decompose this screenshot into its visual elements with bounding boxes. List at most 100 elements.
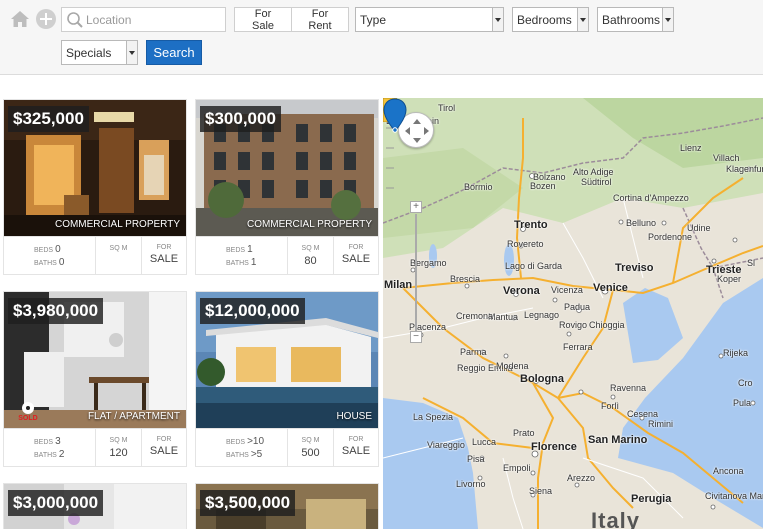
beds-label: BEDS bbox=[226, 247, 246, 254]
listing-price: $12,000,000 bbox=[200, 298, 305, 324]
for-rent-button[interactable]: For Rent bbox=[291, 8, 348, 32]
location-input[interactable] bbox=[86, 8, 224, 31]
map-country-label: Italy bbox=[591, 508, 641, 529]
beds-label: BEDS bbox=[34, 247, 54, 254]
listing-photo[interactable]: $300,000 COMMERCIAL PROPERTY bbox=[196, 100, 378, 236]
map-label: Brescia bbox=[450, 274, 481, 284]
listing-card[interactable]: $325,000 COMMERCIAL PROPERTY BEDS 0 BATHS… bbox=[3, 99, 187, 275]
map-label: Bormio bbox=[464, 182, 493, 192]
map-label: Ferrara bbox=[563, 342, 593, 352]
map-label: Lago di Garda bbox=[505, 261, 563, 271]
map-label: San Marino bbox=[588, 434, 648, 446]
app-window: For Sale For Rent Type Bedrooms Bathroom… bbox=[0, 0, 763, 529]
map-label: Forlì bbox=[601, 401, 619, 411]
sqm-label: SQ M bbox=[301, 245, 320, 252]
for-label: FOR bbox=[348, 436, 364, 443]
listing-photo[interactable]: $12,000,000 HOUSE bbox=[196, 292, 378, 428]
beds-baths: BEDS >10 BATHS >5 bbox=[196, 429, 288, 466]
property-type: COMMERCIAL PROPERTY bbox=[54, 219, 180, 230]
chevron-down-icon bbox=[662, 8, 673, 31]
sqm-value: 500 bbox=[301, 447, 320, 459]
map-label: Civitanova Marche bbox=[705, 491, 763, 501]
baths-label: BATHS bbox=[34, 452, 57, 459]
for-sale-button[interactable]: For Sale bbox=[235, 8, 291, 32]
listing-stats: BEDS 3 BATHS 2 SQ M 120 FOR SALE bbox=[4, 428, 186, 466]
add-listing-icon[interactable] bbox=[36, 9, 56, 29]
sqm-label: SQ M bbox=[301, 437, 320, 444]
map-label: Cesena bbox=[627, 409, 659, 419]
map-label: Sl bbox=[747, 258, 756, 268]
listing-photo[interactable]: $3,000,000 bbox=[4, 484, 186, 529]
sold-icon bbox=[22, 402, 34, 414]
map-label: Treviso bbox=[615, 262, 654, 274]
listing-status: FOR SALE bbox=[142, 237, 186, 274]
listing-card[interactable]: $3,980,000 FLAT / APARTMENT SOLD BEDS 3 B… bbox=[3, 291, 187, 467]
map-label: Bozen bbox=[530, 181, 556, 191]
baths-label: BATHS bbox=[34, 260, 57, 267]
listing-card[interactable]: $3,500,000 bbox=[195, 483, 379, 529]
listing-card[interactable]: $12,000,000 HOUSE BEDS >10 BATHS >5 SQ M 5… bbox=[195, 291, 379, 467]
zoom-slider-track[interactable] bbox=[415, 214, 417, 331]
map-label: Südtirol bbox=[581, 177, 612, 187]
map-label: Klagenfurt bbox=[726, 164, 763, 174]
map-label: Cremona bbox=[456, 311, 494, 321]
area: SQ M 80 bbox=[288, 237, 334, 274]
for-value: SALE bbox=[341, 253, 371, 265]
baths-value: 1 bbox=[250, 257, 257, 268]
for-label: FOR bbox=[156, 244, 172, 251]
location-search-field[interactable] bbox=[61, 7, 226, 32]
map-label: Bologna bbox=[520, 373, 564, 385]
specials-select[interactable]: Specials bbox=[61, 40, 138, 65]
map-label: Arezzo bbox=[567, 473, 596, 483]
map-label: Empoli bbox=[503, 463, 531, 473]
zoom-out-button[interactable]: − bbox=[410, 331, 422, 343]
listing-stats: BEDS >10 BATHS >5 SQ M 500 FOR SALE bbox=[196, 428, 378, 466]
listing-price: $3,500,000 bbox=[200, 490, 296, 516]
map-label: Trento bbox=[514, 219, 548, 231]
listing-price: $300,000 bbox=[200, 106, 281, 132]
map-label: Legnago bbox=[524, 310, 560, 320]
map-label: Rijeka bbox=[723, 348, 749, 358]
chevron-down-icon bbox=[577, 8, 588, 31]
map-label: Lucca bbox=[472, 437, 497, 447]
listing-card[interactable]: $3,000,000 bbox=[3, 483, 187, 529]
beds-label: BEDS bbox=[34, 439, 54, 446]
listing-photo[interactable]: $325,000 COMMERCIAL PROPERTY bbox=[4, 100, 186, 236]
map-label: Parma bbox=[460, 347, 487, 357]
search-toolbar: For Sale For Rent Type Bedrooms Bathroom… bbox=[0, 0, 763, 75]
bathrooms-select[interactable]: Bathrooms bbox=[597, 7, 674, 32]
map-label: Ancona bbox=[713, 466, 744, 476]
sold-badge: SOLD bbox=[14, 402, 42, 422]
for-value: SALE bbox=[149, 253, 179, 265]
search-button[interactable]: Search bbox=[146, 40, 202, 65]
map-label: Perugia bbox=[631, 493, 672, 505]
listing-status: FOR SALE bbox=[142, 429, 186, 466]
baths-value: 2 bbox=[58, 449, 65, 460]
listing-card[interactable]: $300,000 COMMERCIAL PROPERTY BEDS 1 BATHS… bbox=[195, 99, 379, 275]
location-pin-icon[interactable] bbox=[383, 98, 407, 134]
sold-label: SOLD bbox=[18, 415, 38, 422]
beds-value: 0 bbox=[55, 244, 61, 255]
listing-status: FOR SALE bbox=[334, 237, 378, 274]
home-icon[interactable] bbox=[10, 9, 30, 29]
listing-status: FOR SALE bbox=[334, 429, 378, 466]
map-label: Rimini bbox=[648, 419, 674, 429]
listing-photo[interactable]: $3,980,000 FLAT / APARTMENT SOLD bbox=[4, 292, 186, 428]
bathrooms-select-value: Bathrooms bbox=[602, 13, 661, 27]
map-view[interactable]: Liechtenstein Tirol Bolzano Bozen Alto A… bbox=[383, 98, 763, 529]
beds-value: >10 bbox=[247, 436, 265, 447]
zoom-in-button[interactable]: + bbox=[410, 201, 422, 213]
area: SQ M 120 bbox=[96, 429, 142, 466]
listing-stats: BEDS 1 BATHS 1 SQ M 80 FOR SALE bbox=[196, 236, 378, 274]
type-select-value: Type bbox=[360, 13, 387, 27]
listing-stats: BEDS 0 BATHS 0 SQ M FOR SALE bbox=[4, 236, 186, 274]
bedrooms-select[interactable]: Bedrooms bbox=[512, 7, 589, 32]
type-select[interactable]: Type bbox=[355, 7, 504, 32]
listing-photo[interactable]: $3,500,000 bbox=[196, 484, 378, 529]
for-label: FOR bbox=[156, 436, 172, 443]
for-label: FOR bbox=[348, 244, 364, 251]
chevron-down-icon bbox=[492, 8, 503, 31]
area: SQ M bbox=[96, 237, 142, 274]
sqm-label: SQ M bbox=[109, 437, 128, 444]
property-type: COMMERCIAL PROPERTY bbox=[246, 219, 372, 230]
